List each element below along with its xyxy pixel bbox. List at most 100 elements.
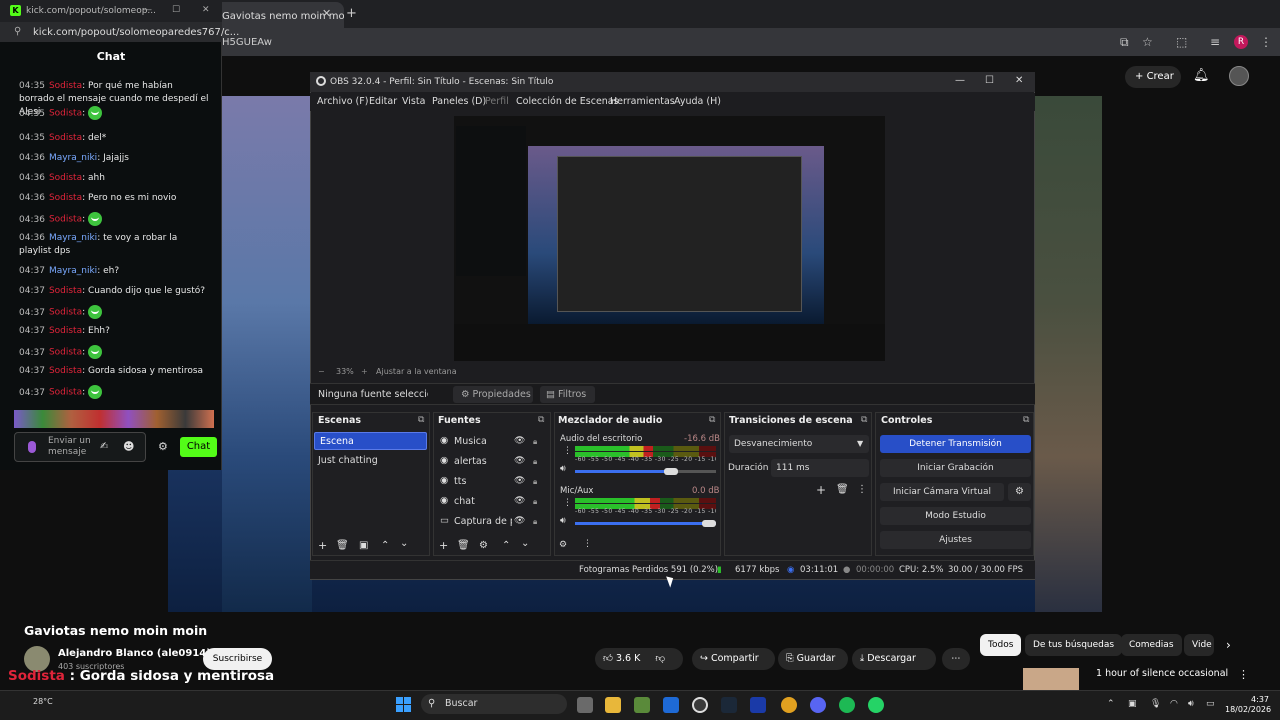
install-icon[interactable]: ⧉ <box>1120 35 1129 50</box>
media-icon[interactable]: ≡ <box>1210 35 1220 49</box>
emote-strip[interactable] <box>14 410 214 428</box>
obs-maximize-icon[interactable]: ☐ <box>985 75 994 86</box>
lock-icon[interactable]: 🔒︎ <box>533 497 537 507</box>
minecraft-icon[interactable] <box>634 697 650 713</box>
speaker-icon[interactable]: 🔊︎ <box>560 516 566 526</box>
obs-close-icon[interactable]: ✕ <box>1015 75 1023 86</box>
remove-source-icon[interactable]: 🗑︎ <box>457 540 470 551</box>
menu-ayuda[interactable]: Ayuda (H) <box>674 96 721 107</box>
chat-send-button[interactable]: Chat <box>180 437 217 457</box>
discord-icon[interactable] <box>810 697 826 713</box>
file-explorer-icon[interactable] <box>605 697 621 713</box>
like-icon[interactable]: 👍︎ <box>603 653 613 664</box>
settings-button[interactable]: Ajustes <box>880 531 1031 549</box>
bookmark-star-icon[interactable]: ☆ <box>1142 35 1153 49</box>
minimize-icon[interactable]: — <box>143 5 152 15</box>
create-button[interactable]: + Crear <box>1125 66 1181 88</box>
tray-chevron-up-icon[interactable]: ⌃ <box>1107 699 1115 709</box>
scene-up-icon[interactable]: ⌃ <box>381 540 389 551</box>
fit-window[interactable]: Ajustar a la ventana <box>376 367 457 376</box>
chat-username[interactable]: Mayra_niki <box>49 233 97 243</box>
like-count[interactable]: 3.6 K <box>616 653 640 664</box>
user-avatar[interactable] <box>1229 66 1249 86</box>
chat-message-list[interactable]: 04:35 Sodista: Por qué me habían borrado … <box>0 80 214 408</box>
chat-username[interactable]: Sodista <box>49 286 82 296</box>
translate-icon[interactable]: ✍ <box>100 441 108 452</box>
scene-filter-icon[interactable]: ▣ <box>359 540 368 551</box>
mixer-menu-icon[interactable]: ⋮ <box>563 446 572 456</box>
task-view-icon[interactable] <box>577 697 593 713</box>
scenes-undock-icon[interactable]: ⧉ <box>418 415 424 425</box>
chevron-right-icon[interactable]: › <box>1226 638 1231 652</box>
stop-stream-button[interactable]: Detener Transmisión <box>880 435 1031 453</box>
tab-close-icon[interactable]: ✕ <box>322 7 331 20</box>
start-virtual-cam-button[interactable]: Iniciar Cámara Virtual <box>880 483 1004 501</box>
transition-options-icon[interactable]: ⋮ <box>857 484 867 495</box>
lock-icon[interactable]: 🔒︎ <box>533 457 537 467</box>
visibility-eye-icon[interactable]: 👁︎ <box>514 516 525 526</box>
scene-item-escena[interactable]: Escena <box>314 432 427 450</box>
chat-settings-gear-icon[interactable]: ⚙ <box>158 440 168 453</box>
zoom-in-icon[interactable]: + <box>361 367 368 376</box>
tray-mic-icon[interactable]: 🎙︎ <box>1150 699 1161 709</box>
virtual-cam-gear-icon[interactable]: ⚙ <box>1008 483 1031 501</box>
chat-username[interactable]: Sodista <box>49 348 82 358</box>
menu-vista[interactable]: Vista <box>402 96 425 107</box>
add-source-icon[interactable]: + <box>439 539 448 552</box>
chat-username[interactable]: Sodista <box>49 326 82 336</box>
lock-icon[interactable]: 🔒︎ <box>533 477 537 487</box>
add-transition-icon[interactable]: + <box>816 483 826 497</box>
chat-username[interactable]: Sodista <box>49 81 82 91</box>
spotify-icon[interactable] <box>839 697 855 713</box>
lock-icon[interactable]: 🔒︎ <box>533 437 537 447</box>
download-button[interactable]: ⤓ Descargar <box>852 648 936 670</box>
share-button[interactable]: ↪ Compartir <box>692 648 775 670</box>
start-recording-button[interactable]: Iniciar Grabación <box>880 459 1031 477</box>
chip-videos[interactable]: Vide <box>1184 634 1214 656</box>
source-item-alertas[interactable]: alertas <box>454 456 487 467</box>
transitions-undock-icon[interactable]: ⧉ <box>861 415 867 425</box>
source-item-tts[interactable]: tts <box>454 476 466 487</box>
scene-down-icon[interactable]: ⌄ <box>400 538 408 549</box>
scene-item-just-chatting[interactable]: Just chatting <box>313 452 426 470</box>
chat-username[interactable]: Sodista <box>49 109 82 119</box>
taskbar-search[interactable]: Buscar <box>421 694 567 714</box>
advanced-audio-icon[interactable]: ⚙ <box>559 540 567 550</box>
mixer-options-icon[interactable]: ⋮ <box>583 539 592 549</box>
chat-username[interactable]: Mayra_niki <box>49 153 97 163</box>
volume-icon[interactable]: 🔊︎ <box>1188 699 1194 709</box>
sources-undock-icon[interactable]: ⧉ <box>538 415 544 425</box>
close-icon[interactable]: ✕ <box>202 5 210 15</box>
chat-username[interactable]: Mayra_niki <box>49 266 97 276</box>
emoji-icon[interactable]: ☻ <box>123 440 134 453</box>
chat-username[interactable]: Sodista <box>49 308 82 318</box>
remove-scene-icon[interactable]: 🗑︎ <box>336 540 349 551</box>
profile-avatar[interactable]: R <box>1234 35 1248 49</box>
menu-herramientas[interactable]: Herramientas <box>610 96 675 107</box>
menu-paneles[interactable]: Paneles (D) <box>432 96 486 107</box>
browser-menu-icon[interactable]: ⋮ <box>1260 35 1272 49</box>
visibility-eye-icon[interactable]: 👁︎ <box>514 476 525 486</box>
photos-icon[interactable] <box>663 697 679 713</box>
menu-perfil[interactable]: Perfil <box>485 96 509 107</box>
extensions-icon[interactable]: ⬚ <box>1176 35 1187 49</box>
source-up-icon[interactable]: ⌃ <box>502 540 510 551</box>
save-button[interactable]: ⎘ Guardar <box>778 648 848 670</box>
channel-name[interactable]: Alejandro Blanco (ale0914) <box>58 648 211 659</box>
subscribe-button[interactable]: Suscribirse <box>203 648 272 670</box>
taskbar-clock[interactable]: 4:37 18/02/2026 <box>1225 695 1271 715</box>
chip-busquedas[interactable]: De tus búsquedas <box>1025 634 1123 656</box>
menu-archivo[interactable]: Archivo (F) <box>317 96 368 107</box>
windows-start-icon[interactable] <box>396 697 412 713</box>
visibility-eye-icon[interactable]: 👁︎ <box>514 436 525 446</box>
mixer-menu-icon[interactable]: ⋮ <box>563 498 572 508</box>
more-actions-button[interactable]: ⋯ <box>942 648 970 670</box>
controls-undock-icon[interactable]: ⧉ <box>1023 415 1029 425</box>
chat-username[interactable]: Sodista <box>49 133 82 143</box>
tray-app-icon[interactable]: ▣ <box>1128 699 1137 709</box>
mic-icon[interactable] <box>28 441 36 453</box>
source-item-musica[interactable]: Musica <box>454 436 487 447</box>
source-item-chat[interactable]: chat <box>454 496 475 507</box>
source-down-icon[interactable]: ⌄ <box>521 538 529 549</box>
dislike-icon[interactable]: 👎︎ <box>655 653 665 664</box>
